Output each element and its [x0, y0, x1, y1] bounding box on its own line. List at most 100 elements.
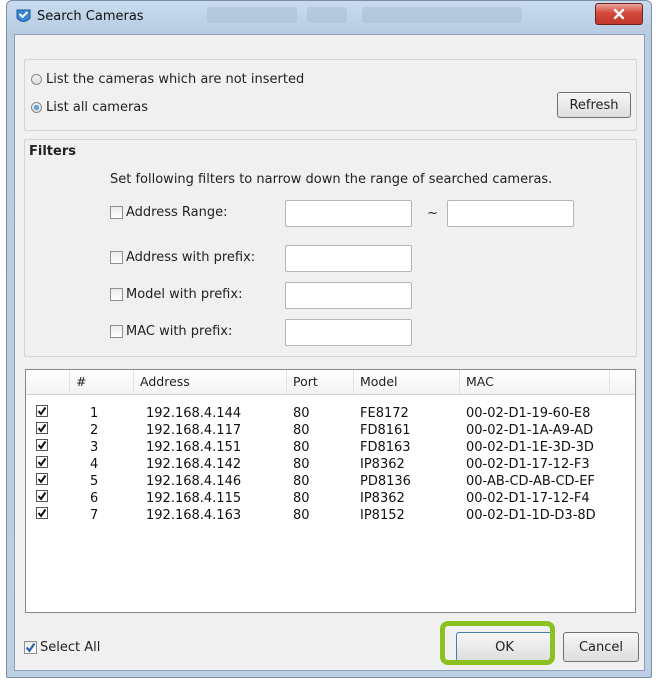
address-prefix-checkbox[interactable]	[110, 251, 123, 264]
background-blur	[207, 7, 297, 23]
row-number: 1	[90, 406, 99, 421]
address-range-label: Address Range:	[126, 205, 228, 220]
background-blur	[362, 7, 522, 23]
select-all-checkbox[interactable]	[24, 641, 37, 654]
table-row[interactable]: 6 192.168.4.115 80 IP8362 00-02-D1-17-12-F4	[26, 490, 635, 507]
table-row[interactable]: 1 192.168.4.144 80 FE8172 00-02-D1-19-60-E8	[26, 405, 635, 422]
table-row[interactable]: 7 192.168.4.163 80 IP8152 00-02-D1-1D-D3-8D	[26, 507, 635, 524]
row-model: IP8362	[360, 491, 405, 506]
row-mac: 00-02-D1-1D-D3-8D	[466, 508, 596, 523]
radio-not-inserted[interactable]: List the cameras which are not inserted	[31, 72, 304, 87]
close-button[interactable]	[595, 3, 643, 25]
radio-label: List the cameras which are not inserted	[46, 72, 305, 87]
row-checkbox[interactable]	[36, 439, 48, 451]
dialog-body: List the cameras which are not inserted …	[14, 34, 645, 671]
radio-all-cameras[interactable]: List all cameras	[31, 100, 148, 115]
row-mac: 00-02-D1-1A-A9-AD	[466, 423, 594, 438]
row-number: 2	[90, 423, 99, 438]
mac-prefix-label: MAC with prefix:	[126, 324, 233, 339]
search-cameras-window: Search Cameras List the cameras which ar…	[6, 0, 652, 678]
row-checkbox[interactable]	[36, 490, 48, 502]
row-address: 192.168.4.151	[146, 440, 242, 455]
model-prefix-filter[interactable]: Model with prefix:	[110, 287, 242, 302]
row-checkbox[interactable]	[36, 422, 48, 434]
row-model: FD8163	[360, 440, 411, 455]
table-row[interactable]: 4 192.168.4.142 80 IP8362 00-02-D1-17-12-F3	[26, 456, 635, 473]
radio-label: List all cameras	[46, 100, 149, 115]
row-address: 192.168.4.144	[146, 406, 242, 421]
row-mac: 00-AB-CD-AB-CD-EF	[466, 474, 595, 489]
row-address: 192.168.4.142	[146, 457, 242, 472]
row-number: 3	[90, 440, 99, 455]
mac-prefix-input[interactable]	[285, 319, 412, 346]
refresh-button[interactable]: Refresh	[557, 92, 631, 118]
row-address: 192.168.4.117	[146, 423, 242, 438]
row-port: 80	[293, 457, 310, 472]
list-header: # Address Port Model MAC	[26, 370, 635, 395]
row-model: IP8152	[360, 508, 405, 523]
select-all-label: Select All	[40, 640, 101, 655]
row-model: FE8172	[360, 406, 409, 421]
filters-group: Filters Set following filters to narrow …	[24, 139, 637, 357]
camera-search-icon	[16, 9, 31, 22]
model-prefix-checkbox[interactable]	[110, 288, 123, 301]
row-number: 6	[90, 491, 99, 506]
background-blur	[307, 7, 347, 23]
row-mac: 00-02-D1-19-60-E8	[466, 406, 591, 421]
camera-list[interactable]: # Address Port Model MAC 1 192.168.4.144 8…	[25, 369, 636, 613]
range-separator: ~	[427, 206, 438, 221]
address-prefix-input[interactable]	[285, 245, 412, 272]
cancel-button[interactable]: Cancel	[563, 632, 639, 662]
column-header-number[interactable]: #	[70, 370, 134, 394]
address-range-to-input[interactable]	[447, 200, 574, 227]
address-range-filter[interactable]: Address Range:	[110, 205, 228, 220]
column-header-mac[interactable]: MAC	[460, 370, 610, 394]
title-bar[interactable]: Search Cameras	[7, 1, 651, 33]
row-port: 80	[293, 440, 310, 455]
row-checkbox[interactable]	[36, 405, 48, 417]
row-port: 80	[293, 491, 310, 506]
table-row[interactable]: 3 192.168.4.151 80 FD8163 00-02-D1-1E-3D-3D	[26, 439, 635, 456]
model-prefix-input[interactable]	[285, 282, 412, 309]
row-port: 80	[293, 406, 310, 421]
address-prefix-filter[interactable]: Address with prefix:	[110, 250, 255, 265]
model-prefix-label: Model with prefix:	[126, 287, 243, 302]
row-mac: 00-02-D1-17-12-F3	[466, 457, 590, 472]
column-header-check[interactable]	[26, 370, 70, 394]
row-model: PD8136	[360, 474, 411, 489]
address-prefix-label: Address with prefix:	[126, 250, 256, 265]
row-port: 80	[293, 423, 310, 438]
row-mac: 00-02-D1-17-12-F4	[466, 491, 590, 506]
mac-prefix-checkbox[interactable]	[110, 325, 123, 338]
row-port: 80	[293, 508, 310, 523]
column-header-address[interactable]: Address	[134, 370, 287, 394]
row-address: 192.168.4.115	[146, 491, 242, 506]
table-row[interactable]: 2 192.168.4.117 80 FD8161 00-02-D1-1A-A9-AD	[26, 422, 635, 439]
table-row[interactable]: 5 192.168.4.146 80 PD8136 00-AB-CD-AB-CD-EF	[26, 473, 635, 490]
filters-heading: Filters	[29, 144, 76, 159]
mode-group: List the cameras which are not inserted …	[24, 59, 637, 131]
row-port: 80	[293, 474, 310, 489]
address-range-from-input[interactable]	[285, 200, 412, 227]
row-number: 4	[90, 457, 99, 472]
window-title: Search Cameras	[37, 9, 144, 24]
row-number: 7	[90, 508, 99, 523]
filters-description: Set following filters to narrow down the…	[110, 172, 553, 187]
select-all-control[interactable]: Select All	[24, 640, 100, 655]
row-checkbox[interactable]	[36, 473, 48, 485]
row-address: 192.168.4.163	[146, 508, 242, 523]
radio-button[interactable]	[31, 74, 42, 85]
row-address: 192.168.4.146	[146, 474, 242, 489]
row-checkbox[interactable]	[36, 507, 48, 519]
row-mac: 00-02-D1-1E-3D-3D	[466, 440, 594, 455]
row-model: FD8161	[360, 423, 411, 438]
address-range-checkbox[interactable]	[110, 206, 123, 219]
highlight-ring	[440, 621, 555, 665]
row-number: 5	[90, 474, 99, 489]
radio-button-selected[interactable]	[31, 102, 42, 113]
column-header-port[interactable]: Port	[287, 370, 354, 394]
row-checkbox[interactable]	[36, 456, 48, 468]
row-model: IP8362	[360, 457, 405, 472]
mac-prefix-filter[interactable]: MAC with prefix:	[110, 324, 232, 339]
column-header-model[interactable]: Model	[354, 370, 460, 394]
